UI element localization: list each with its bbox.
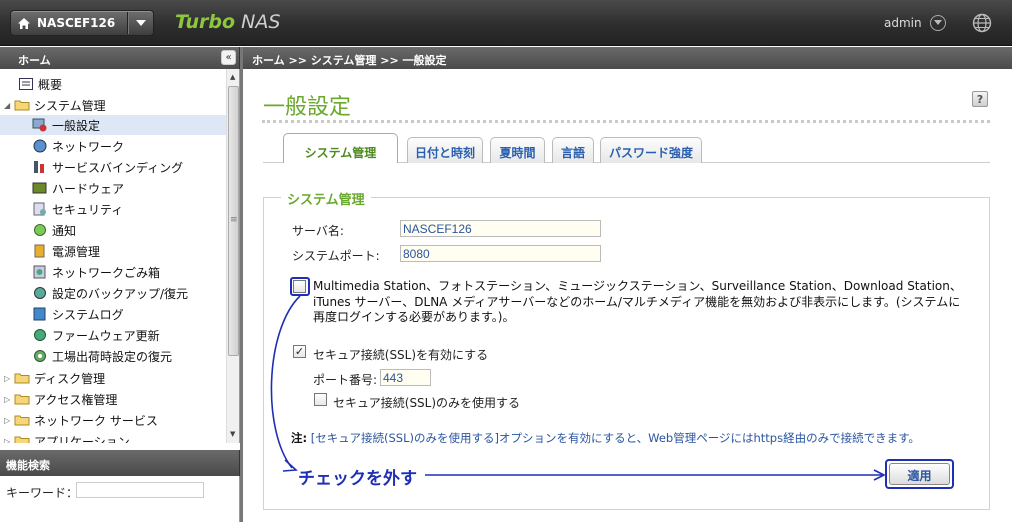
ssl-enable-label: セキュア接続(SSL)を有効にする: [313, 348, 489, 362]
tab-password-strength[interactable]: パスワード強度: [600, 137, 702, 163]
expand-arrow-icon[interactable]: ▷: [4, 395, 14, 404]
tab-system-admin[interactable]: システム管理: [283, 133, 398, 163]
user-menu-chevron-icon[interactable]: [930, 15, 946, 31]
expand-arrow-icon[interactable]: ▷: [4, 437, 14, 444]
server-selector[interactable]: NASCEF126: [10, 10, 154, 36]
collapse-sidebar-icon[interactable]: «: [221, 50, 236, 65]
system-log-icon: [32, 307, 48, 321]
system-port-input[interactable]: [400, 245, 601, 262]
notification-icon: [32, 223, 48, 237]
user-name[interactable]: admin: [884, 16, 922, 30]
sidebar-item-backup-restore[interactable]: 設定のバックアップ/復元: [32, 283, 188, 303]
folder-icon: [14, 413, 30, 427]
port-number-label: ポート番号:: [313, 373, 378, 387]
tab-language[interactable]: 言語: [552, 137, 594, 163]
sidebar-item-hardware[interactable]: ハードウェア: [32, 178, 124, 198]
sidebar-tree: 概要 ◢ システム管理 一般設定 ネットワーク サービスバインディング ハードウ…: [0, 69, 226, 443]
note-text: 注: [セキュア接続(SSL)のみを使用する]オプションを有効にすると、Web管…: [291, 431, 920, 445]
sidebar-item-network-services[interactable]: ▷ ネットワーク サービス: [4, 410, 158, 430]
network-icon: [32, 139, 48, 153]
sidebar-item-system-log[interactable]: システムログ: [32, 304, 124, 324]
port-number-input[interactable]: [380, 369, 431, 386]
sidebar-item-general-settings[interactable]: 一般設定: [0, 115, 226, 135]
folder-open-icon: [14, 98, 30, 112]
folder-icon: [14, 392, 30, 406]
breadcrumb: ホーム >> システム管理 >> 一般設定: [243, 47, 1012, 69]
server-name: NASCEF126: [37, 16, 116, 30]
tab-date-time[interactable]: 日付と時刻: [407, 137, 483, 163]
server-name-input[interactable]: [400, 220, 601, 237]
ssl-only-label: セキュア接続(SSL)のみを使用する: [333, 396, 521, 410]
brand-logo: Turbo NAS: [175, 11, 281, 33]
firmware-icon: [32, 328, 48, 342]
sidebar-item-power[interactable]: 電源管理: [32, 241, 100, 261]
sidebar-item-notification[interactable]: 通知: [32, 220, 76, 240]
sidebar-item-firmware[interactable]: ファームウェア更新: [32, 325, 160, 345]
sidebar-scrollbar[interactable]: ▲ ≡ ▼: [226, 69, 240, 443]
sidebar-item-security[interactable]: セキュリティ: [32, 199, 123, 219]
sidebar-item-access-rights[interactable]: ▷ アクセス権管理: [4, 389, 117, 409]
keyword-input[interactable]: [76, 482, 204, 498]
tab-daylight-saving[interactable]: 夏時間: [490, 137, 545, 163]
server-name-label: サーバ名:: [292, 224, 344, 238]
scroll-down-icon[interactable]: ▼: [230, 430, 235, 438]
ssl-enable-checkbox[interactable]: ✓: [293, 345, 306, 358]
page-title: 一般設定: [263, 95, 352, 120]
expand-arrow-icon[interactable]: ▷: [4, 416, 14, 425]
advanced-search-title: 機能検索: [0, 450, 240, 476]
hardware-icon: [32, 181, 48, 195]
ssl-only-checkbox[interactable]: [314, 393, 327, 406]
factory-reset-icon: [32, 349, 48, 363]
help-icon[interactable]: ?: [972, 91, 988, 107]
system-port-label: システムポート:: [292, 249, 380, 263]
annotation-text: チェックを外す: [298, 469, 417, 489]
sidebar-item-factory-reset[interactable]: 工場出荷時設定の復元: [32, 346, 172, 366]
home-icon: [11, 11, 37, 35]
multimedia-disable-text: Multimedia Station、フォトステーション、ミュージックステーショ…: [313, 279, 962, 324]
apply-button[interactable]: 適用: [889, 463, 950, 485]
sidebar-title: ホーム: [0, 47, 240, 69]
sidebar-item-service-binding[interactable]: サービスバインディング: [32, 157, 183, 177]
overview-icon: [18, 77, 34, 91]
globe-icon[interactable]: [972, 13, 992, 33]
security-icon: [32, 202, 48, 216]
sidebar-item-applications[interactable]: ▷ アプリケーション: [4, 431, 130, 443]
section-legend: システム管理: [281, 189, 371, 208]
recycle-bin-icon: [32, 265, 48, 279]
service-binding-icon: [32, 160, 48, 174]
sidebar-item-overview[interactable]: 概要: [18, 74, 62, 94]
expand-arrow-icon[interactable]: ◢: [4, 101, 14, 110]
sidebar-item-system-admin[interactable]: ◢ システム管理: [4, 95, 106, 115]
folder-icon: [14, 434, 30, 443]
power-icon: [32, 244, 48, 258]
scroll-up-icon[interactable]: ▲: [230, 73, 235, 81]
folder-icon: [14, 371, 30, 385]
sidebar-item-network[interactable]: ネットワーク: [32, 136, 124, 156]
sidebar-item-recycle-bin[interactable]: ネットワークごみ箱: [32, 262, 160, 282]
expand-arrow-icon[interactable]: ▷: [4, 374, 14, 383]
annotation-highlight-box: [290, 277, 310, 296]
chevron-down-icon[interactable]: [128, 19, 153, 27]
keyword-label: キーワード：: [6, 486, 79, 500]
general-settings-icon: [32, 118, 48, 132]
sidebar-item-disk-management[interactable]: ▷ ディスク管理: [4, 368, 105, 388]
backup-icon: [32, 286, 48, 300]
